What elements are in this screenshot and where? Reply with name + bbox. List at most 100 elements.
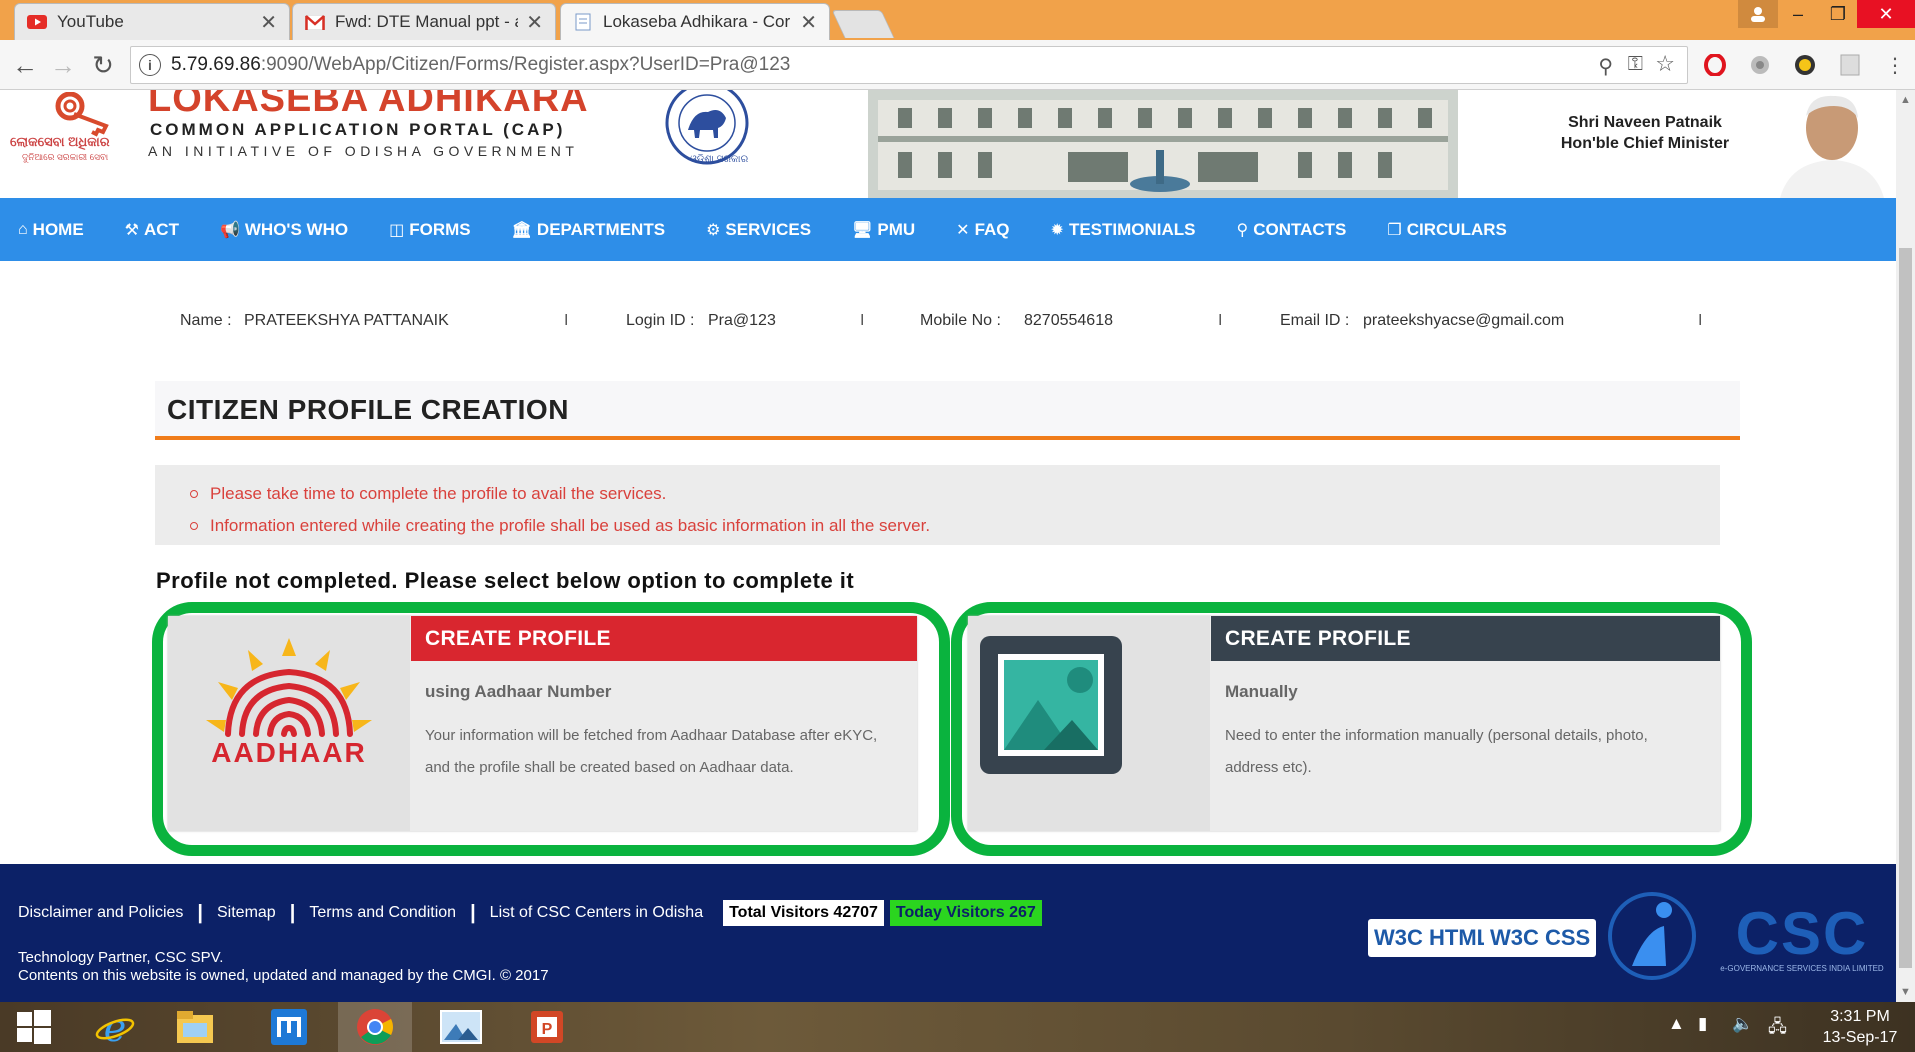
nav-home[interactable]: ⌂ HOME <box>18 220 84 240</box>
footer-divider: | <box>470 901 476 924</box>
files-icon: ❐ <box>1387 221 1402 239</box>
footer-link-disclaimer[interactable]: Disclaimer and Policies <box>18 904 183 922</box>
bullhorn-icon: 📢 <box>219 221 240 239</box>
csc-logo-text: CSC <box>1735 900 1869 967</box>
tab-youtube[interactable]: YouTube ✕ <box>14 3 290 40</box>
clock-date: 13-Sep-17 <box>1822 1029 1898 1046</box>
footer-divider: | <box>197 901 203 924</box>
gavel-icon: ⚒ <box>124 221 140 239</box>
site-footer: Disclaimer and Policies | Sitemap | Terms … <box>0 864 1896 1002</box>
today-visitors-badge: Today Visitors 267 <box>889 900 1042 926</box>
maxthon-icon[interactable] <box>252 1002 326 1052</box>
aadhaar-profile-card[interactable]: AADHAAR CREATE PROFILE using Aadhaar Num… <box>168 616 917 831</box>
odia-title: ଲୋକସେବା ଅଧିକାର <box>10 134 110 149</box>
certificate-icon: ✹ <box>1050 221 1064 239</box>
site-title: LOKASEBA ADHIKARA <box>148 90 589 120</box>
manual-card-subtitle: Manually <box>1225 682 1298 701</box>
extension-icon-2[interactable] <box>1792 52 1818 78</box>
extension-icon[interactable] <box>1747 52 1773 78</box>
email-address: prateekshyacse@gmail.com <box>1363 312 1565 329</box>
user-profile-icon[interactable] <box>1738 0 1778 28</box>
close-tab-icon[interactable]: ✕ <box>800 10 817 35</box>
page-icon <box>573 13 593 31</box>
minimize-button[interactable]: – <box>1778 0 1818 28</box>
info-icon[interactable]: i <box>139 54 161 76</box>
network-icon[interactable]: 🖧 <box>1768 1014 1787 1043</box>
footer-link-sitemap[interactable]: Sitemap <box>217 904 276 922</box>
volume-icon[interactable]: 🔈 <box>1732 1014 1753 1034</box>
w3c-css-badge[interactable]: W3C CSS <box>1484 919 1597 957</box>
svg-text:e: e <box>104 1007 127 1047</box>
footer-link-csc-centers[interactable]: List of CSC Centers in Odisha <box>490 904 703 922</box>
nav-label: DEPARTMENTS <box>536 219 666 239</box>
nav-circulars[interactable]: ❐ CIRCULARS <box>1387 220 1506 240</box>
browser-titlebar: YouTube ✕ Fwd: DTE Manual ppt - a ✕ Loka… <box>0 0 1915 40</box>
restore-button[interactable]: ❐ <box>1818 0 1858 28</box>
separator: I <box>1698 312 1703 329</box>
internet-explorer-icon[interactable]: e <box>78 1002 152 1052</box>
forward-button[interactable]: → <box>46 48 80 82</box>
tab-gmail[interactable]: Fwd: DTE Manual ppt - a ✕ <box>292 3 556 40</box>
separator: I <box>564 312 569 329</box>
separator: I <box>860 312 865 329</box>
scroll-down-icon[interactable]: ▼ <box>1896 982 1915 1002</box>
bookmark-star-icon[interactable]: ☆ <box>1655 51 1675 77</box>
close-tab-icon[interactable]: ✕ <box>526 10 543 35</box>
nav-services[interactable]: ⚙ SERVICES <box>706 220 811 240</box>
close-tab-icon[interactable]: ✕ <box>260 10 277 35</box>
tray-expand-icon[interactable]: ▲ <box>1668 1014 1685 1034</box>
technology-partner: Technology Partner, CSC SPV. <box>18 949 224 966</box>
nav-departments[interactable]: 🏛 DEPARTMENTS <box>512 220 665 240</box>
w3c-css-label: W3C CSS <box>1490 925 1591 950</box>
powerpoint-icon[interactable]: P <box>510 1002 584 1052</box>
photos-icon[interactable] <box>424 1002 498 1052</box>
youtube-icon <box>27 14 47 30</box>
back-button[interactable]: ← <box>8 48 42 82</box>
nav-forms[interactable]: ◫ FORMS <box>389 220 471 240</box>
scroll-up-icon[interactable]: ▲ <box>1896 90 1915 110</box>
nav-contacts[interactable]: ⚲ CONTACTS <box>1237 220 1347 240</box>
close-window-button[interactable]: ✕ <box>1857 0 1915 28</box>
file-explorer-icon[interactable] <box>158 1002 232 1052</box>
name-label: Name : <box>180 312 232 329</box>
nav-pmu[interactable]: 🖥 PMU <box>852 220 915 240</box>
manual-profile-card[interactable]: CREATE PROFILE Manually Need to enter th… <box>968 616 1720 831</box>
mobile-label: Mobile No : <box>920 312 1001 329</box>
nav-act[interactable]: ⚒ ACT <box>125 220 179 240</box>
separator: I <box>1218 312 1223 329</box>
tab-lokaseba[interactable]: Lokaseba Adhikara - Cor ✕ <box>560 3 830 40</box>
start-button[interactable] <box>0 1002 68 1052</box>
zoom-icon[interactable]: ⚲ <box>1598 54 1613 79</box>
key-icon[interactable]: ⚿ <box>1628 53 1643 76</box>
copyright-text: Contents on this website is owned, updat… <box>18 967 549 984</box>
tab-title: Lokaseba Adhikara - Cor <box>603 12 791 31</box>
pdf-extension-icon[interactable] <box>1837 52 1863 78</box>
url-host: 5.79.69.86 <box>171 54 261 75</box>
question-icon: ✕ <box>956 221 970 239</box>
nav-whos-who[interactable]: 📢 WHO'S WHO <box>220 220 348 240</box>
columns-icon: ◫ <box>389 221 405 239</box>
taskbar-clock[interactable]: 3:31 PM 13-Sep-17 <box>1810 1006 1910 1048</box>
manual-card-header[interactable]: CREATE PROFILE <box>1211 616 1720 661</box>
opera-extension-icon[interactable] <box>1702 52 1728 78</box>
desktop-icon: 🖥 <box>852 221 873 239</box>
nav-testimonials[interactable]: ✹ TESTIMONIALS <box>1051 220 1196 240</box>
section-header: CITIZEN PROFILE CREATION <box>155 381 1740 440</box>
nav-faq[interactable]: ✕ FAQ <box>956 220 1009 240</box>
menu-icon[interactable]: ⋮ <box>1882 52 1908 78</box>
cm-name: Shri Naveen Patnaik <box>1568 114 1722 131</box>
bank-icon: 🏛 <box>511 221 532 239</box>
aadhaar-card-header[interactable]: CREATE PROFILE <box>411 616 917 661</box>
scrollbar-thumb[interactable] <box>1899 248 1912 968</box>
page-scrollbar[interactable]: ▲ ▼ <box>1896 90 1915 1002</box>
battery-icon[interactable]: ▮ <box>1698 1014 1707 1034</box>
address-bar[interactable]: i 5.79.69.86:9090/WebApp/Citizen/Forms/R… <box>130 46 1688 84</box>
cm-title: Hon'ble Chief Minister <box>1560 135 1730 152</box>
emblem-text: ଓଡ଼ିଶା ସରକାର <box>690 154 749 165</box>
new-tab-button[interactable] <box>831 10 895 38</box>
home-icon: ⌂ <box>18 220 28 238</box>
footer-link-terms[interactable]: Terms and Condition <box>309 904 456 922</box>
chrome-icon[interactable] <box>338 1002 412 1052</box>
nav-label: ACT <box>144 219 179 239</box>
reload-button[interactable]: ↻ <box>86 48 120 82</box>
